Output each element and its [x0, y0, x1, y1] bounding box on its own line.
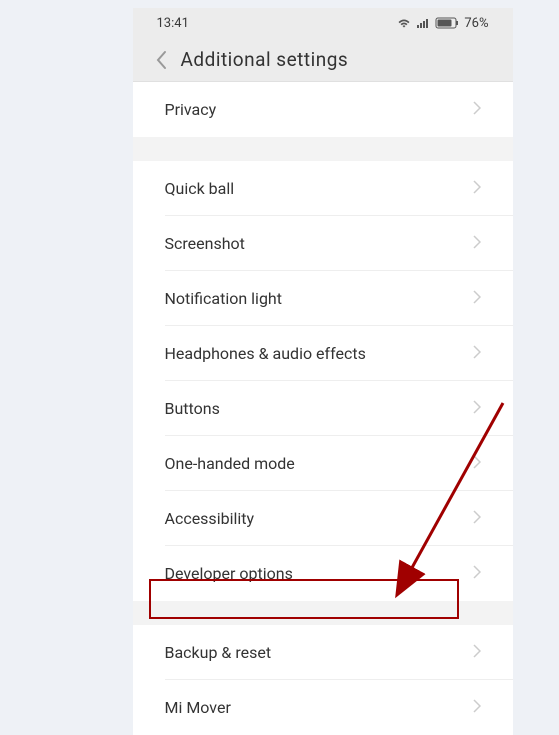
chevron-right-icon [473, 564, 481, 583]
signal-icon [416, 17, 430, 29]
chevron-right-icon [473, 234, 481, 253]
group-separator [133, 613, 513, 625]
settings-list: Privacy Quick ball Screenshot Notificati… [133, 82, 513, 735]
chevron-right-icon [473, 454, 481, 473]
item-label: One-handed mode [165, 454, 295, 473]
item-label: Buttons [165, 399, 220, 418]
settings-group-0: Privacy [133, 82, 513, 137]
chevron-right-icon [473, 399, 481, 418]
item-label: Headphones & audio effects [165, 344, 366, 363]
sidebar-item-screenshot[interactable]: Screenshot [133, 216, 513, 271]
chevron-right-icon [473, 179, 481, 198]
chevron-right-icon [473, 643, 481, 662]
phone-screen: 13:41 76% Additional settings Privacy [133, 8, 513, 659]
item-label: Accessibility [165, 509, 255, 528]
item-label: Screenshot [165, 234, 245, 253]
page-title: Additional settings [181, 48, 349, 71]
header: Additional settings [133, 38, 513, 82]
sidebar-item-privacy[interactable]: Privacy [133, 82, 513, 137]
sidebar-item-notification-light[interactable]: Notification light [133, 271, 513, 326]
wifi-icon [397, 17, 411, 29]
item-label: Mi Mover [165, 698, 231, 717]
settings-group-1: Quick ball Screenshot Notification light… [133, 161, 513, 601]
sidebar-item-buttons[interactable]: Buttons [133, 381, 513, 436]
group-separator [133, 149, 513, 161]
sidebar-item-headphones-audio[interactable]: Headphones & audio effects [133, 326, 513, 381]
chevron-right-icon [473, 289, 481, 308]
chevron-right-icon [473, 509, 481, 528]
status-right: 76% [397, 16, 488, 31]
battery-icon [435, 17, 459, 29]
sidebar-item-developer-options[interactable]: Developer options [133, 546, 513, 601]
sidebar-item-backup-reset[interactable]: Backup & reset [133, 625, 513, 680]
sidebar-item-one-handed[interactable]: One-handed mode [133, 436, 513, 491]
item-label: Developer options [165, 564, 293, 583]
item-label: Quick ball [165, 179, 235, 198]
chevron-right-icon [473, 698, 481, 717]
sidebar-item-mi-mover[interactable]: Mi Mover [133, 680, 513, 735]
back-icon[interactable] [149, 48, 173, 72]
status-battery: 76% [464, 16, 488, 31]
item-label: Notification light [165, 289, 282, 308]
item-label: Privacy [165, 100, 217, 119]
chevron-right-icon [473, 100, 481, 119]
status-time: 13:41 [157, 16, 189, 31]
sidebar-item-quick-ball[interactable]: Quick ball [133, 161, 513, 216]
chevron-right-icon [473, 344, 481, 363]
sidebar-item-accessibility[interactable]: Accessibility [133, 491, 513, 546]
settings-group-2: Backup & reset Mi Mover [133, 625, 513, 735]
item-label: Backup & reset [165, 643, 272, 662]
status-bar: 13:41 76% [133, 8, 513, 38]
